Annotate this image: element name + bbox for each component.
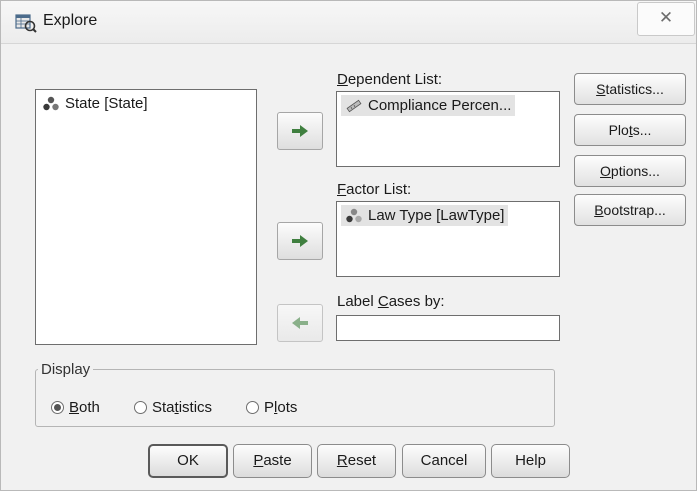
help-button[interactable]: Help — [491, 444, 570, 478]
radio-button[interactable] — [246, 401, 259, 414]
options-button[interactable]: Options... — [574, 155, 686, 187]
close-icon: ✕ — [658, 8, 674, 27]
ok-button[interactable]: OK — [148, 444, 228, 478]
source-variable-list[interactable]: State [State] — [35, 89, 257, 345]
factor-list-label: Factor List: — [337, 181, 411, 198]
both-label: oth — [79, 399, 100, 416]
bootstrap-label: ootstrap... — [603, 202, 666, 218]
explore-dialog: Explore ✕ State [State] Dependent List: — [0, 0, 697, 491]
plots-label: s... — [632, 122, 652, 138]
label-cases-text-after: ases by: — [388, 293, 445, 310]
dependent-list-mnemonic: D — [337, 71, 348, 88]
dependent-list[interactable]: Compliance Percen... — [336, 91, 560, 167]
bootstrap-mnemonic: B — [594, 202, 604, 218]
close-button[interactable]: ✕ — [637, 2, 695, 36]
reset-button[interactable]: Reset — [317, 444, 396, 478]
label-cases-text-before: Label — [337, 293, 378, 310]
label-cases-label: Label Cases by: — [337, 293, 445, 310]
factor-list[interactable]: Law Type [LawType] — [336, 201, 560, 277]
plots-label-before: Plo — [608, 122, 629, 138]
move-to-label-cases-button[interactable] — [277, 304, 323, 342]
factor-list-mnemonic: F — [337, 181, 347, 198]
window-title: Explore — [43, 12, 98, 29]
display-statistics-option[interactable]: Statistics — [134, 399, 212, 416]
move-to-factor-button[interactable] — [277, 222, 323, 260]
factor-list-label-text: actor List: — [346, 181, 412, 198]
paste-label: aste — [263, 452, 292, 469]
ok-label: OK — [177, 452, 199, 469]
arrow-right-icon — [292, 317, 308, 329]
display-both-option[interactable]: Both — [51, 399, 100, 416]
plots-button[interactable]: Plots... — [574, 114, 686, 146]
radio-button[interactable] — [134, 401, 147, 414]
nominal-variable-icon — [43, 96, 59, 110]
move-to-dependent-button[interactable] — [277, 112, 323, 150]
label-cases-mnemonic: C — [377, 293, 389, 310]
display-group — [35, 369, 555, 427]
list-item[interactable]: Compliance Percen... — [341, 95, 516, 116]
statistics-option-before: Sta — [152, 399, 175, 416]
plots-option-label: ots — [277, 399, 298, 416]
scale-variable-icon — [346, 99, 362, 112]
options-mnemonic: O — [600, 163, 611, 179]
spss-explore-icon — [15, 14, 37, 33]
statistics-button[interactable]: Statistics... — [574, 73, 686, 105]
list-item[interactable]: Law Type [LawType] — [341, 205, 509, 226]
radio-button-checked[interactable] — [51, 401, 64, 414]
arrow-right-icon — [292, 235, 308, 247]
statistics-option-label: istics — [178, 399, 213, 416]
title-bar: Explore ✕ — [1, 1, 696, 44]
display-plots-option[interactable]: Plots — [246, 399, 297, 416]
cancel-label: Cancel — [420, 452, 468, 469]
display-group-legend: Display — [38, 361, 94, 378]
dependent-list-label: Dependent List: — [337, 71, 442, 88]
label-cases-field[interactable] — [336, 315, 560, 341]
dependent-list-label-text: ependent List: — [347, 71, 443, 88]
list-item[interactable]: State [State] — [42, 95, 148, 112]
paste-mnemonic: P — [253, 452, 264, 469]
cancel-button[interactable]: Cancel — [402, 444, 486, 478]
plots-option-before: P — [264, 399, 275, 416]
both-mnemonic: B — [69, 399, 80, 416]
nominal-variable-icon — [346, 208, 362, 222]
list-item-label: State [State] — [65, 95, 148, 112]
list-item-label: Law Type [LawType] — [368, 207, 505, 224]
paste-button[interactable]: Paste — [233, 444, 312, 478]
reset-label: eset — [347, 452, 377, 469]
bootstrap-button[interactable]: Bootstrap... — [574, 194, 686, 226]
list-item-label: Compliance Percen... — [368, 97, 512, 114]
statistics-label: tatistics... — [605, 81, 664, 97]
arrow-right-icon — [292, 125, 308, 137]
help-label: Help — [515, 452, 546, 469]
options-label: ptions... — [610, 163, 660, 179]
reset-mnemonic: R — [336, 452, 348, 469]
